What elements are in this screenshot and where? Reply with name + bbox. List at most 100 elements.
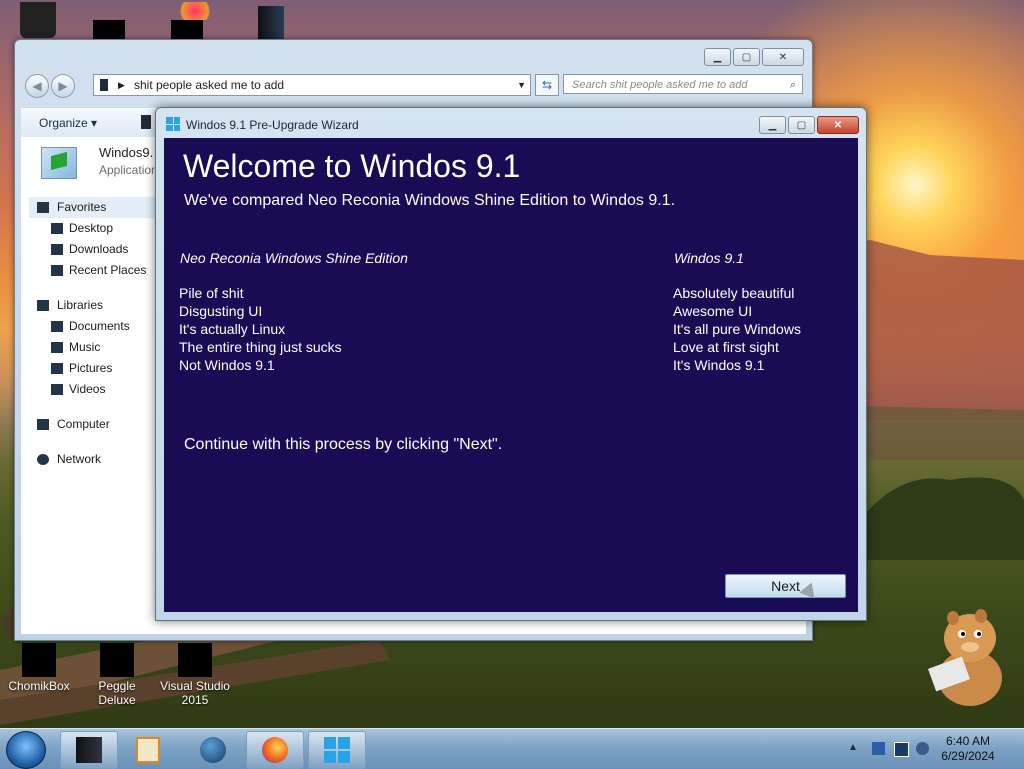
- maximize-button[interactable]: ▢: [733, 48, 760, 66]
- refresh-button[interactable]: ⇆: [535, 74, 559, 96]
- libraries-icon: [37, 300, 49, 311]
- file-name: Windos9.: [99, 145, 154, 160]
- list-item: Absolutely beautiful: [673, 285, 795, 301]
- globe-icon: [200, 737, 226, 763]
- desktop-icon-black-square-2[interactable]: [171, 20, 203, 40]
- forward-button[interactable]: ▶: [51, 74, 75, 98]
- taskbar-item-tower[interactable]: [60, 731, 118, 769]
- wizard-minimize-button[interactable]: ▁: [759, 116, 786, 134]
- close-button[interactable]: ✕: [762, 48, 804, 66]
- explorer-nav-row: ◀ ▶ ▶ shit people asked me to add ▼ ⇆ Se…: [23, 73, 804, 99]
- firefox-icon: [262, 737, 288, 763]
- start-button[interactable]: [6, 731, 46, 769]
- right-column-list: Absolutely beautiful Awesome UI It's all…: [673, 284, 801, 374]
- desktop-icon-computer-tower[interactable]: [258, 6, 284, 40]
- network-icon: [37, 454, 49, 465]
- nav-music[interactable]: Music: [29, 337, 159, 358]
- downloads-icon: [51, 244, 63, 255]
- list-item: Pile of shit: [179, 285, 244, 301]
- wizard-close-button[interactable]: ✕: [817, 116, 859, 134]
- list-item: It's Windos 9.1: [673, 357, 765, 373]
- media-player-icon: [136, 737, 160, 763]
- recycle-bin-icon[interactable]: [20, 2, 56, 38]
- wizard-title: Windos 9.1 Pre-Upgrade Wizard: [186, 118, 359, 132]
- next-button[interactable]: Next: [725, 574, 846, 598]
- nav-pictures[interactable]: Pictures: [29, 358, 159, 379]
- application-icon: [41, 147, 77, 179]
- nav-desktop[interactable]: Desktop: [29, 218, 159, 239]
- list-item: The entire thing just sucks: [179, 339, 342, 355]
- peggle-icon: [100, 643, 134, 677]
- taskbar-item-media[interactable]: [120, 731, 178, 769]
- nav-recent-places[interactable]: Recent Places: [29, 260, 159, 281]
- navigation-pane: Favorites Desktop Downloads Recent Place…: [29, 197, 159, 470]
- nav-documents[interactable]: Documents: [29, 316, 159, 337]
- taskbar-item-firefox[interactable]: [246, 731, 304, 769]
- search-icon[interactable]: ⌕: [790, 75, 796, 95]
- desktop-icon-black-square[interactable]: [93, 20, 125, 40]
- wizard-maximize-button[interactable]: ▢: [788, 116, 815, 134]
- file-type: Application: [99, 163, 158, 177]
- command-icon[interactable]: [141, 115, 151, 129]
- videos-icon: [51, 384, 63, 395]
- page-title: Welcome to Windos 9.1: [183, 148, 521, 184]
- clock-time: 6:40 AM: [945, 734, 991, 748]
- taskbar-item-wizard[interactable]: [308, 731, 366, 769]
- desktop-icon-visual-studio[interactable]: Visual Studio 2015: [158, 643, 232, 707]
- wizard-caption-buttons: ▁ ▢ ✕: [759, 116, 859, 134]
- star-icon: [37, 202, 49, 213]
- wizard-window[interactable]: Windos 9.1 Pre-Upgrade Wizard ▁ ▢ ✕ Welc…: [155, 107, 867, 621]
- nav-favorites[interactable]: Favorites: [29, 197, 159, 218]
- organize-button[interactable]: Organize ▾: [39, 116, 97, 130]
- pictures-icon: [51, 363, 63, 374]
- computer-tower-icon: [76, 737, 102, 763]
- explorer-caption-buttons: ▁ ▢ ✕: [704, 48, 804, 66]
- nav-network[interactable]: Network: [29, 449, 159, 470]
- monitor-icon[interactable]: [894, 742, 909, 757]
- address-bar[interactable]: ▶ shit people asked me to add ▼: [93, 74, 531, 96]
- list-item: Awesome UI: [673, 303, 753, 319]
- chomikbox-icon: [22, 643, 56, 677]
- nav-downloads[interactable]: Downloads: [29, 239, 159, 260]
- nav-computer[interactable]: Computer: [29, 414, 159, 435]
- list-item: Disgusting UI: [179, 303, 263, 319]
- continue-instruction: Continue with this process by clicking "…: [184, 436, 503, 453]
- hamster-gadget-icon[interactable]: [925, 600, 1015, 710]
- clock[interactable]: 6:40 AM 6/29/2024: [928, 734, 1008, 764]
- recent-places-icon: [51, 265, 63, 276]
- clock-date: 6/29/2024: [941, 749, 995, 763]
- windows-logo-icon: [324, 737, 350, 763]
- folder-icon: [100, 79, 108, 91]
- breadcrumb-arrow-icon[interactable]: ▶: [118, 75, 125, 95]
- desktop-icon-peggle[interactable]: Peggle Deluxe: [80, 643, 154, 707]
- show-hidden-icons-icon[interactable]: ▲: [848, 742, 858, 753]
- visual-studio-icon: [178, 643, 212, 677]
- desktop-icon-orange-disc[interactable]: [175, 2, 215, 20]
- wizard-subtitle: We've compared Neo Reconia Windows Shine…: [184, 192, 676, 209]
- documents-icon: [51, 321, 63, 332]
- right-column-header: Windos 9.1: [674, 250, 744, 266]
- wizard-body: Welcome to Windos 9.1 We've compared Neo…: [164, 138, 858, 612]
- windows-logo-icon: [166, 117, 180, 131]
- back-button[interactable]: ◀: [25, 74, 49, 98]
- breadcrumb[interactable]: shit people asked me to add: [134, 78, 284, 92]
- computer-icon: [37, 419, 49, 430]
- nav-libraries[interactable]: Libraries: [29, 295, 159, 316]
- system-tray: ▲ 6:40 AM 6/29/2024: [834, 729, 1024, 769]
- left-column-header: Neo Reconia Windows Shine Edition: [180, 250, 408, 266]
- left-column-list: Pile of shit Disgusting UI It's actually…: [179, 284, 342, 374]
- list-item: Love at first sight: [673, 339, 779, 355]
- desktop-icon-chomikbox[interactable]: ChomikBox: [2, 643, 76, 693]
- tray-app-icon[interactable]: [872, 742, 885, 755]
- music-icon: [51, 342, 63, 353]
- minimize-button[interactable]: ▁: [704, 48, 731, 66]
- taskbar: ▲ 6:40 AM 6/29/2024: [0, 728, 1024, 769]
- search-input[interactable]: Search shit people asked me to add ⌕: [563, 74, 803, 94]
- list-item: It's all pure Windows: [673, 321, 801, 337]
- nav-videos[interactable]: Videos: [29, 379, 159, 400]
- list-item: It's actually Linux: [179, 321, 286, 337]
- desktop-icon: [51, 223, 63, 234]
- address-dropdown-icon[interactable]: ▼: [517, 75, 526, 95]
- taskbar-item-globe[interactable]: [184, 731, 242, 769]
- list-item: Not Windos 9.1: [179, 357, 275, 373]
